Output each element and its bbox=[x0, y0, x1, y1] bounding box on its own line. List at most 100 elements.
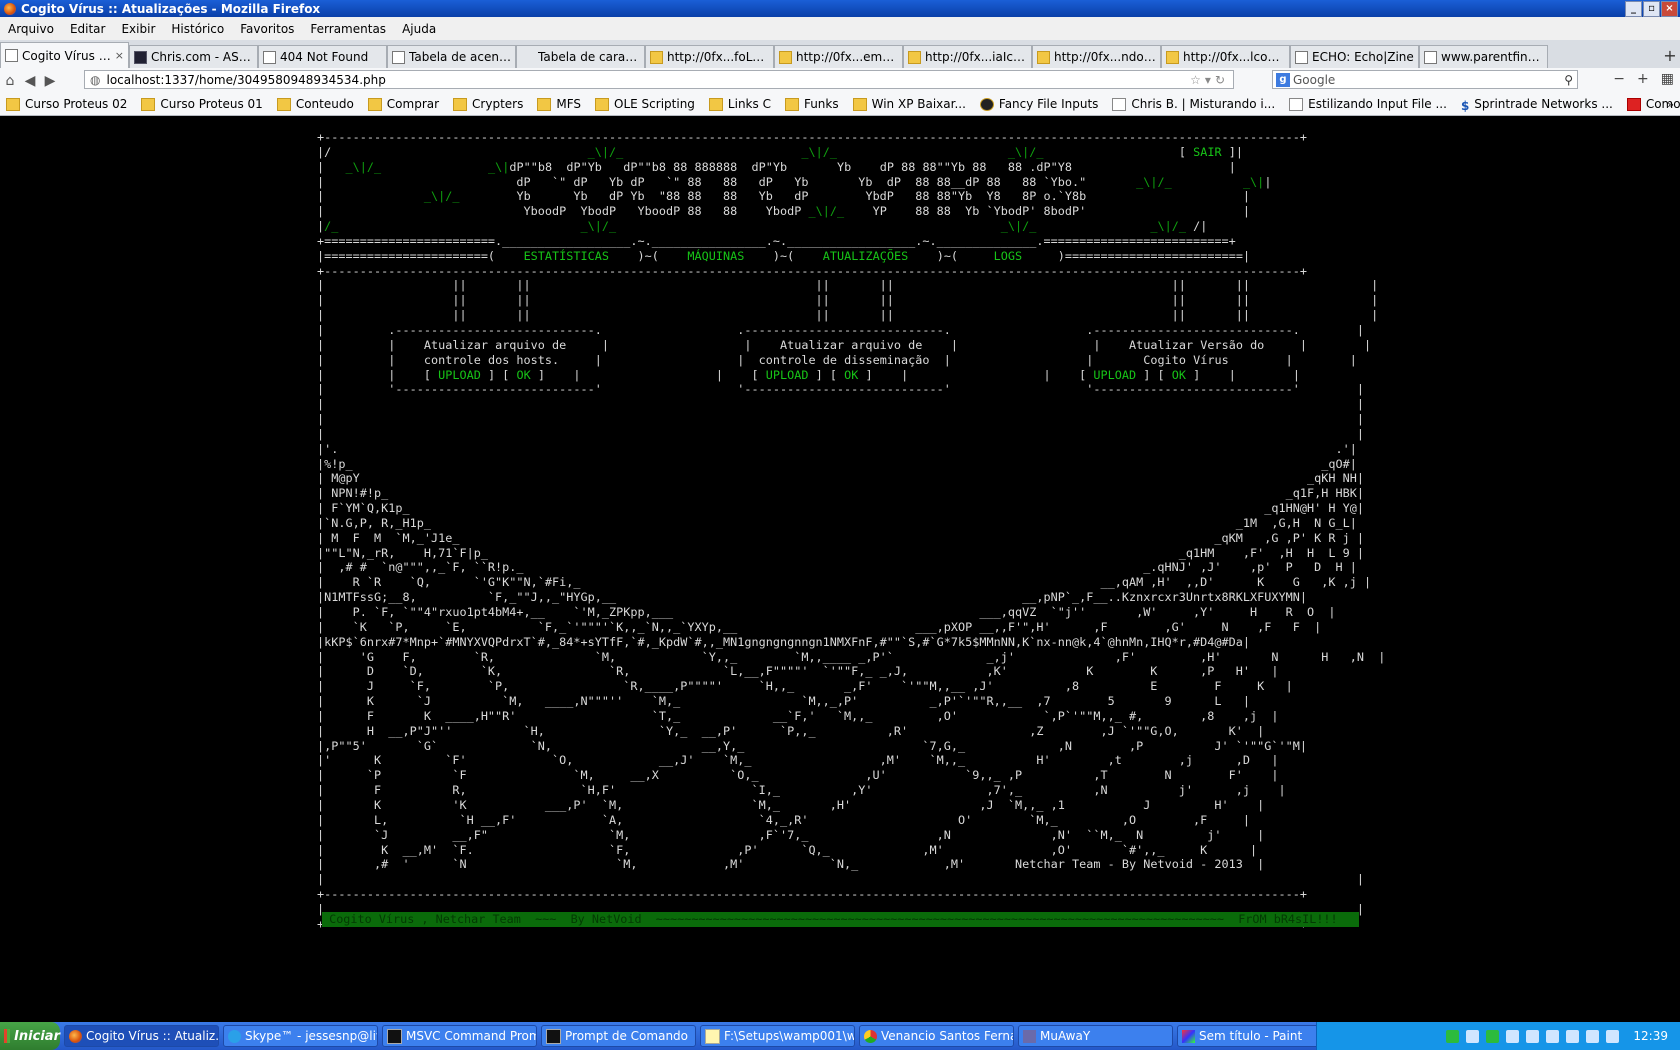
tray-tool-icon[interactable] bbox=[1466, 1029, 1480, 1043]
taskbar-item-label: Prompt de Comando bbox=[565, 1029, 689, 1043]
cmd-icon bbox=[546, 1028, 561, 1044]
bookmark-item[interactable]: $ Sprintrade Networks ... bbox=[1461, 97, 1613, 113]
tab-6[interactable]: http://0fx...emoria.txt bbox=[774, 45, 903, 68]
bookmarks-bar: Curso Proteus 02 Curso Proteus 01 Conteudo… bbox=[0, 93, 1680, 116]
close-icon[interactable]: × bbox=[1661, 1, 1678, 17]
taskbar-item[interactable]: Prompt de Comando bbox=[541, 1025, 696, 1047]
taskbar-item[interactable]: MSVC Command Prompt bbox=[382, 1025, 537, 1047]
folder-icon bbox=[779, 50, 792, 64]
tray-volume-icon[interactable] bbox=[1566, 1029, 1580, 1043]
box2-ok-button[interactable]: OK bbox=[844, 368, 858, 382]
search-icon[interactable]: ⚲ bbox=[1564, 73, 1573, 87]
bookmarks-more-icon[interactable]: » bbox=[1667, 98, 1674, 111]
nav-estatisticas[interactable]: ESTATÍSTICAS bbox=[524, 249, 609, 263]
taskbar-item[interactable]: Sem título - Paint bbox=[1177, 1025, 1332, 1047]
paint-icon bbox=[1182, 1029, 1195, 1043]
box3-upload-button[interactable]: UPLOAD bbox=[1093, 368, 1136, 382]
tab-1[interactable]: Chris.com - ASCII A... bbox=[129, 45, 258, 68]
tab-9[interactable]: http://0fx...lcodes.txt bbox=[1161, 45, 1290, 68]
minimize-icon[interactable]: _ bbox=[1625, 1, 1642, 17]
bookmark-item[interactable]: OLE Scripting bbox=[595, 97, 695, 111]
tray-battery-icon[interactable] bbox=[1586, 1029, 1600, 1043]
url-text[interactable]: localhost:1337/home/3049580948934534.php bbox=[106, 73, 385, 87]
bookmark-item[interactable]: Conteudo bbox=[276, 97, 354, 111]
taskbar-item[interactable]: Cogito Vírus :: Atualiz... bbox=[64, 1025, 219, 1047]
nav-atualizacoes[interactable]: ATUALIZAÇÕES bbox=[823, 249, 908, 263]
bookmark-item[interactable]: Funks bbox=[784, 97, 839, 111]
google-icon[interactable]: g bbox=[1276, 72, 1290, 87]
folder-icon bbox=[6, 97, 20, 111]
menu-editar[interactable]: Editar bbox=[70, 22, 106, 36]
tray-app-icon[interactable] bbox=[1446, 1029, 1460, 1043]
tray-flag-icon[interactable] bbox=[1546, 1029, 1560, 1043]
start-button[interactable]: Iniciar bbox=[0, 1022, 60, 1050]
addon-icon[interactable]: ▦ bbox=[1661, 71, 1674, 87]
menu-arquivo[interactable]: Arquivo bbox=[8, 22, 54, 36]
tray-check-icon[interactable] bbox=[1486, 1029, 1500, 1043]
home-icon[interactable]: ⌂ bbox=[0, 73, 20, 89]
gh-icon bbox=[979, 97, 994, 111]
skype-icon bbox=[228, 1029, 241, 1043]
tab-11[interactable]: www.parentfinder.c... bbox=[1419, 45, 1548, 68]
bookmark-item[interactable]: Win XP Baixar... bbox=[852, 97, 966, 111]
taskbar-item-label: Sem título - Paint bbox=[1199, 1029, 1303, 1043]
box3-ok-button[interactable]: OK bbox=[1172, 368, 1186, 382]
bookmark-item[interactable]: Crypters bbox=[453, 97, 523, 111]
nav-maquinas[interactable]: MÁQUINAS bbox=[687, 249, 744, 263]
taskbar-item[interactable]: MuAwaY bbox=[1018, 1025, 1173, 1047]
taskbar-item[interactable]: Skype™ - jessesnp@live.... bbox=[223, 1025, 378, 1047]
box1-upload-button[interactable]: UPLOAD bbox=[438, 368, 481, 382]
tab-4[interactable]: Tabela de caracteres... bbox=[516, 45, 645, 68]
bookmark-item[interactable]: MFS bbox=[537, 97, 581, 111]
bookmark-item[interactable]: Curso Proteus 01 bbox=[141, 97, 263, 111]
bookmark-item[interactable]: Links C bbox=[708, 97, 771, 111]
windows-flag-icon bbox=[4, 1029, 11, 1043]
menu-exibir[interactable]: Exibir bbox=[121, 22, 155, 36]
search-bar[interactable]: g Google ⚲ bbox=[1272, 70, 1578, 89]
tab-8[interactable]: http://0fx...ndoELF.txt bbox=[1032, 45, 1161, 68]
tray-monitor-icon[interactable] bbox=[1506, 1029, 1520, 1043]
tray-signal-icon[interactable] bbox=[1606, 1029, 1620, 1043]
maximize-icon[interactable]: ▫ bbox=[1643, 1, 1660, 17]
minus-icon[interactable]: − bbox=[1613, 71, 1625, 87]
box1-line1: Atualizar arquivo de bbox=[423, 337, 567, 352]
forward-icon[interactable]: ▶ bbox=[40, 73, 60, 89]
taskbar: Iniciar Cogito Vírus :: Atualiz... Skype™… bbox=[0, 1022, 1680, 1050]
skull-icon bbox=[5, 49, 18, 62]
tab-3[interactable]: Tabela de acentos e ... bbox=[387, 45, 516, 68]
tab-10[interactable]: ECHO: Echo|Zine bbox=[1290, 45, 1419, 68]
url-bar[interactable]: ◍ localhost:1337/home/3049580948934534.p… bbox=[84, 70, 1234, 89]
plus-icon[interactable]: + bbox=[1637, 71, 1649, 87]
bookmark-item[interactable]: Curso Proteus 02 bbox=[6, 97, 127, 111]
tray-network-icon[interactable] bbox=[1526, 1029, 1540, 1043]
search-input[interactable]: Google bbox=[1293, 73, 1335, 87]
tab-0[interactable]: Cogito Vírus :: At...× bbox=[0, 42, 129, 68]
menu-ferramentas[interactable]: Ferramentas bbox=[310, 22, 386, 36]
bookmark-item[interactable]: Comprar bbox=[367, 97, 439, 111]
tab-close-icon[interactable]: × bbox=[115, 49, 124, 62]
bookmark-item[interactable]: Chris B. | Misturando i... bbox=[1112, 97, 1275, 111]
folder-icon bbox=[141, 97, 156, 111]
new-tab-button[interactable]: + bbox=[1660, 46, 1680, 65]
logout-link[interactable]: SAIR bbox=[1193, 145, 1222, 159]
tab-5[interactable]: http://0fx...foLeak.txt bbox=[645, 45, 774, 68]
menu-favoritos[interactable]: Favoritos bbox=[240, 22, 294, 36]
back-icon[interactable]: ◀ bbox=[20, 73, 40, 89]
bookmark-item[interactable]: Estilizando Input File ... bbox=[1289, 97, 1447, 111]
tab-label: Tabela de acentos e ... bbox=[409, 50, 511, 64]
menu-ajuda[interactable]: Ajuda bbox=[402, 22, 436, 36]
tab-7[interactable]: http://0fx...iaIcmp.txt bbox=[903, 45, 1032, 68]
taskbar-item-label: MuAwaY bbox=[1040, 1029, 1091, 1043]
folder-icon bbox=[650, 50, 663, 64]
tab-2[interactable]: 404 Not Found bbox=[258, 45, 387, 68]
nav-logs[interactable]: LOGS bbox=[994, 249, 1023, 263]
bookmark-item[interactable]: Fancy File Inputs bbox=[979, 97, 1098, 111]
box1-ok-button[interactable]: OK bbox=[516, 368, 530, 382]
bookmark-label: OLE Scripting bbox=[614, 97, 695, 111]
taskbar-item[interactable]: F:\Setups\wamp001\ww... bbox=[700, 1025, 855, 1047]
box2-upload-button[interactable]: UPLOAD bbox=[766, 368, 809, 382]
credit-text: Netchar Team - By Netvoid - 2013 bbox=[1015, 857, 1243, 872]
bookmark-star-icon[interactable]: ☆▾↻ bbox=[1190, 73, 1229, 87]
taskbar-item[interactable]: Venancio Santos Fernan... bbox=[859, 1025, 1014, 1047]
menu-historico[interactable]: Histórico bbox=[171, 22, 224, 36]
